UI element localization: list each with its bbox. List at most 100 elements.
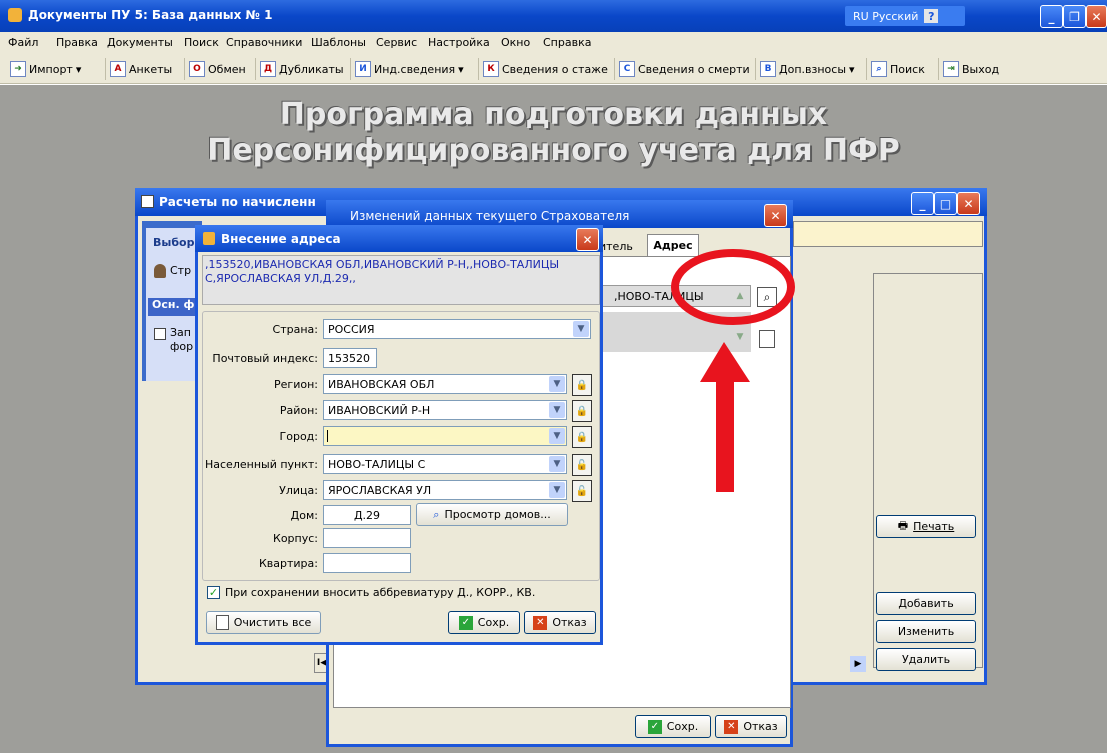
help-icon[interactable]: ? <box>924 9 939 23</box>
menu-window[interactable]: Окно <box>501 36 530 49</box>
postal-index-field[interactable]: 153520 <box>323 348 377 368</box>
city-label: Город: <box>279 430 318 443</box>
menu-templates[interactable]: Шаблоны <box>311 36 366 49</box>
address-area-gray <box>599 312 751 352</box>
house-field[interactable]: Д.29 <box>323 505 411 525</box>
address-search-button[interactable]: ⌕ <box>757 287 777 307</box>
building-field[interactable] <box>323 528 411 548</box>
lock-icon: 🔒 <box>575 379 589 391</box>
svedeniya-o-stazhe-button[interactable]: К Сведения о стаже <box>478 58 612 80</box>
menu-edit[interactable]: Правка <box>56 36 98 49</box>
calc-close-button[interactable]: ✕ <box>957 192 980 215</box>
address-save-button[interactable]: ✓ Сохр. <box>448 611 520 634</box>
tab-address[interactable]: Адрес <box>647 234 699 256</box>
region-lock-button[interactable]: 🔒 <box>572 374 592 396</box>
calc-panel-main: Осн. ф Зап фор <box>146 296 202 381</box>
ankety-button[interactable]: А Анкеты <box>105 58 176 80</box>
dropdown-arrow-icon: ▾ <box>75 62 82 76</box>
document-icon[interactable] <box>759 330 775 348</box>
country-label: Страна: <box>272 323 318 336</box>
address-scroll-down[interactable]: ▼ <box>733 330 747 344</box>
dialog-icon <box>203 232 215 245</box>
address-cancel-button[interactable]: ✕ Отказ <box>524 611 596 634</box>
city-select[interactable]: ▼ <box>323 426 567 446</box>
check-icon: ✓ <box>458 615 473 630</box>
settlement-lock-button[interactable]: 🔓 <box>572 454 592 476</box>
chevron-down-icon: ▼ <box>549 482 565 498</box>
exit-button[interactable]: ⇥ Выход <box>938 58 1003 80</box>
menu-settings[interactable]: Настройка <box>428 36 490 49</box>
edit-button[interactable]: Изменить <box>876 620 976 643</box>
address-dialog-titlebar: Внесение адреса ✕ <box>195 225 603 252</box>
magnifier-icon: ⌕ <box>433 507 440 521</box>
calc-top-strip <box>793 221 983 247</box>
ind-svedeniya-button[interactable]: И Инд.сведения ▾ <box>350 58 468 80</box>
calc-panel-select-header: Выбор <box>153 236 195 249</box>
dop-vznosy-icon: В <box>760 61 776 77</box>
address-line-text: ,НОВО-ТАЛИЦЫ <box>614 289 704 303</box>
calc-maximize-button[interactable]: □ <box>934 192 957 215</box>
calc-minimize-button[interactable]: _ <box>911 192 934 215</box>
flat-field[interactable] <box>323 553 411 573</box>
abbreviation-checkbox[interactable]: ✓ <box>207 586 220 599</box>
view-houses-button[interactable]: ⌕ Просмотр домов... <box>416 503 568 526</box>
district-lock-button[interactable]: 🔒 <box>572 400 592 422</box>
dop-vznosy-button[interactable]: В Доп.взносы ▾ <box>755 58 859 80</box>
street-select[interactable]: ЯРОСЛАВСКАЯ УЛ ▼ <box>323 480 567 500</box>
print-button[interactable]: 🖶 Печать <box>876 515 976 538</box>
scroll-right-button[interactable]: ▶ <box>850 656 866 672</box>
calc-panel-select-item[interactable]: Стр <box>170 264 191 277</box>
tab-insurer[interactable]: итель <box>599 240 633 253</box>
menu-service[interactable]: Сервис <box>376 36 417 49</box>
calc-panel-main-item[interactable]: Зап <box>170 326 191 339</box>
street-label: Улица: <box>279 484 318 497</box>
change-cancel-button[interactable]: ✕ Отказ <box>715 715 787 738</box>
chevron-down-icon: ▼ <box>573 321 589 337</box>
cross-icon: ✕ <box>724 719 739 734</box>
menu-help[interactable]: Справка <box>543 36 591 49</box>
language-indicator[interactable]: RU Русский ? <box>845 6 965 26</box>
exit-icon: ⇥ <box>943 61 959 77</box>
street-lock-button[interactable]: 🔓 <box>572 480 592 502</box>
person-icon <box>154 264 166 278</box>
chevron-down-icon: ▼ <box>549 402 565 418</box>
add-button[interactable]: Добавить <box>876 592 976 615</box>
address-dialog-close-button[interactable]: ✕ <box>576 228 599 251</box>
address-line-field: ,НОВО-ТАЛИЦЫ <box>599 285 751 307</box>
close-button[interactable]: ✕ <box>1086 5 1107 28</box>
menu-file[interactable]: Файл <box>8 36 38 49</box>
calc-window-icon <box>141 195 154 208</box>
full-address-display: ,153520,ИВАНОВСКАЯ ОБЛ,ИВАНОВСКИЙ Р-Н,,Н… <box>202 255 600 305</box>
menu-documents[interactable]: Документы <box>107 36 173 49</box>
minimize-button[interactable]: _ <box>1040 5 1063 28</box>
city-lock-button[interactable]: 🔒 <box>572 426 592 448</box>
change-close-button[interactable]: ✕ <box>764 204 787 227</box>
page-icon <box>215 615 229 630</box>
menu-references[interactable]: Справочники <box>226 36 302 49</box>
ind-svedeniya-icon: И <box>355 61 371 77</box>
search-button[interactable]: ⌕ Поиск <box>866 58 929 80</box>
dublikaty-icon: Д <box>260 61 276 77</box>
import-button[interactable]: ➜ Импорт ▾ <box>6 58 85 80</box>
region-select[interactable]: ИВАНОВСКАЯ ОБЛ ▼ <box>323 374 567 394</box>
change-window-titlebar: Изменений данных текущего Страхователя ✕ <box>326 200 793 228</box>
country-select[interactable]: РОССИЯ ▼ <box>323 319 591 339</box>
calc-panel-select: Выбор Стр <box>146 228 202 298</box>
dublikaty-button[interactable]: Д Дубликаты <box>255 58 348 80</box>
search-icon: ⌕ <box>871 61 887 77</box>
obmen-button[interactable]: О Обмен <box>184 58 250 80</box>
delete-button[interactable]: Удалить <box>876 648 976 671</box>
settlement-select[interactable]: НОВО-ТАЛИЦЫ С ▼ <box>323 454 567 474</box>
full-address-text: ,153520,ИВАНОВСКАЯ ОБЛ,ИВАНОВСКИЙ Р-Н,,Н… <box>205 258 560 285</box>
language-label: RU Русский <box>853 9 919 23</box>
house-label: Дом: <box>290 509 318 522</box>
settlement-label: Населенный пункт: <box>205 458 318 471</box>
restore-button[interactable]: ❐ <box>1063 5 1086 28</box>
svedeniya-o-smerti-button[interactable]: С Сведения о смерти <box>614 58 754 80</box>
district-select[interactable]: ИВАНОВСКИЙ Р-Н ▼ <box>323 400 567 420</box>
change-save-button[interactable]: ✓ Сохр. <box>635 715 711 738</box>
cross-icon: ✕ <box>533 615 548 630</box>
menu-search[interactable]: Поиск <box>184 36 219 49</box>
address-scroll-up[interactable]: ▲ <box>733 289 747 303</box>
clear-all-button[interactable]: Очистить все <box>206 611 321 634</box>
